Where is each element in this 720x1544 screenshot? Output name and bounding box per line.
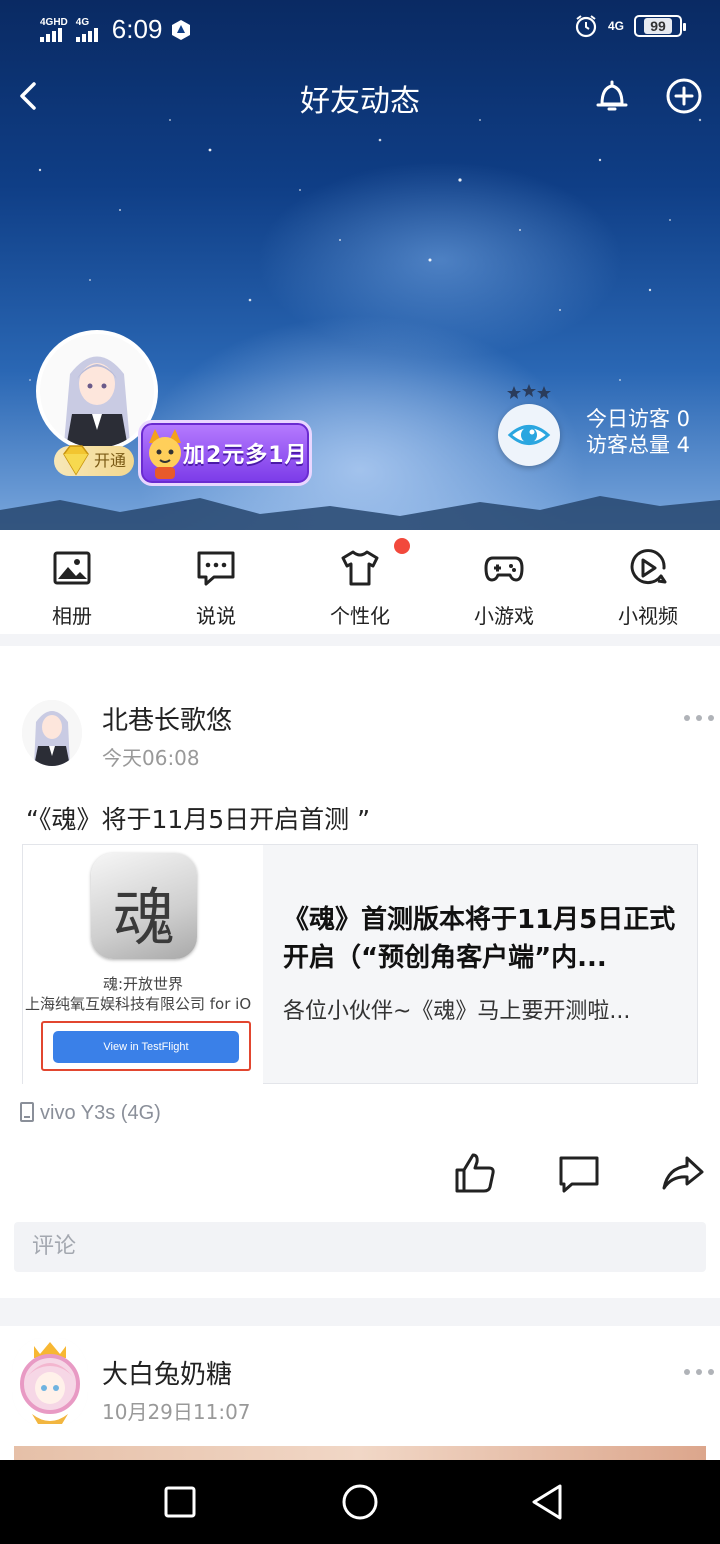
app-notification-icon — [172, 19, 191, 40]
section-divider — [0, 634, 720, 646]
quick-nav-album-label: 相册 — [52, 604, 92, 628]
testflight-button: View in TestFlight — [53, 1031, 239, 1063]
quick-nav-minigames-label: 小游戏 — [474, 604, 534, 628]
feed-post: 大白兔奶糖 10月29日11:07 — [0, 1326, 720, 1460]
gamepad-icon — [484, 556, 524, 582]
section-divider — [0, 1298, 720, 1326]
comment-icon[interactable] — [556, 1150, 602, 1196]
post-author-name[interactable]: 大白兔奶糖 — [102, 1354, 232, 1391]
battery-icon: 99 — [634, 15, 686, 37]
vip-open-label: 开通 — [94, 451, 127, 470]
diamond-icon — [63, 445, 89, 476]
post-text: “《魂》将于11月5日开启首测 ” — [26, 805, 371, 834]
network-type-right: 4G — [607, 19, 624, 33]
clock: 6:09 — [111, 14, 163, 44]
phone-icon — [20, 1102, 34, 1122]
thumb-app-name: 魂:开放世界 — [102, 975, 184, 993]
anime-girl-avatar-image — [40, 334, 154, 448]
bell-icon[interactable] — [590, 74, 634, 118]
add-icon[interactable] — [662, 74, 706, 118]
app-icon: 魂 — [91, 853, 197, 959]
quick-nav-personalize[interactable]: 个性化 — [288, 530, 432, 634]
quick-nav: 相册 说说 个性化 小游戏 小视频 — [0, 530, 720, 634]
card-title: 《魂》首测版本将于11月5日正式开启（“预创角客户端”内... — [283, 905, 676, 973]
thumb-company: 上海纯氧互娱科技有限公司 for iO — [25, 995, 252, 1013]
quick-nav-video-label: 小视频 — [618, 604, 678, 628]
post-timestamp: 10月29日11:07 — [102, 1400, 251, 1424]
stars-rating-icon — [507, 384, 551, 399]
more-options-icon[interactable] — [682, 1362, 716, 1382]
visitor-stats[interactable]: 今日访客 0 访客总量 4 — [586, 406, 690, 458]
post-author-name[interactable]: 北巷长歌悠 — [102, 700, 232, 737]
alarm-icon — [575, 15, 597, 38]
like-icon[interactable] — [452, 1150, 498, 1196]
total-visitors: 访客总量 4 — [586, 433, 691, 457]
vip-promo-banner[interactable]: 加2元多1月 — [138, 420, 312, 486]
promo-text: 加2元多1月 — [183, 443, 308, 468]
quick-nav-album[interactable]: 相册 — [0, 530, 144, 634]
new-indicator-dot — [394, 538, 410, 554]
recent-apps-icon[interactable] — [158, 1480, 202, 1524]
album-icon — [53, 551, 91, 585]
quick-nav-talk-label: 说说 — [196, 604, 236, 628]
network-type-2: 4G — [75, 16, 90, 28]
signal-icon-2 — [75, 27, 98, 42]
post-timestamp: 今天06:08 — [102, 746, 200, 770]
quick-nav-personalize-label: 个性化 — [330, 604, 390, 628]
app-icon-glyph: 魂 — [112, 881, 175, 954]
more-options-icon[interactable] — [682, 708, 716, 728]
post-author-avatar[interactable] — [22, 700, 82, 766]
post-image[interactable] — [14, 1446, 706, 1460]
mascot-icon — [149, 429, 181, 479]
video-icon — [630, 549, 667, 585]
eye-icon — [507, 425, 551, 445]
network-type-1: 4GHD — [40, 16, 68, 28]
card-description: 各位小伙伴~《魂》马上要开测啦... — [283, 999, 631, 1024]
comment-input[interactable]: 评论 — [14, 1222, 706, 1272]
signal-icon — [40, 27, 62, 42]
top-bar: 好友动态 — [0, 66, 720, 126]
anime-girl-avatar-frame-image — [12, 1338, 88, 1426]
back-nav-icon[interactable] — [526, 1480, 570, 1524]
share-icon[interactable] — [660, 1150, 706, 1196]
highlight-box: View in TestFlight — [41, 1021, 251, 1071]
system-navigation-bar — [0, 1460, 720, 1544]
quick-nav-talk[interactable]: 说说 — [144, 530, 288, 634]
post-author-avatar[interactable] — [12, 1338, 88, 1426]
quick-nav-minigames[interactable]: 小游戏 — [432, 530, 576, 634]
home-icon[interactable] — [338, 1480, 382, 1524]
device-name: vivo Y3s (4G) — [40, 1102, 161, 1124]
vip-open-badge[interactable]: 开通 — [54, 445, 135, 476]
battery-level: 99 — [644, 18, 672, 34]
visitors-eye-button[interactable] — [498, 404, 560, 466]
feed-post: 北巷长歌悠 今天06:08 “《魂》将于11月5日开启首测 ” 魂 魂:开放世界… — [0, 646, 720, 1298]
post-device: vivo Y3s (4G) — [20, 1102, 161, 1125]
status-bar: 4GHD 4G 6:09 4G 99 — [0, 0, 720, 56]
talk-icon — [197, 551, 235, 586]
today-visitors: 今日访客 0 — [586, 407, 691, 431]
anime-girl-avatar-image — [22, 700, 82, 766]
tshirt-icon — [341, 550, 379, 586]
quick-nav-video[interactable]: 小视频 — [576, 530, 720, 634]
shared-link-card[interactable]: 魂 魂:开放世界 上海纯氧互娱科技有限公司 for iO View in Tes… — [22, 844, 698, 1085]
card-thumbnail: 魂 魂:开放世界 上海纯氧互娱科技有限公司 for iO View in Tes… — [23, 845, 263, 1085]
